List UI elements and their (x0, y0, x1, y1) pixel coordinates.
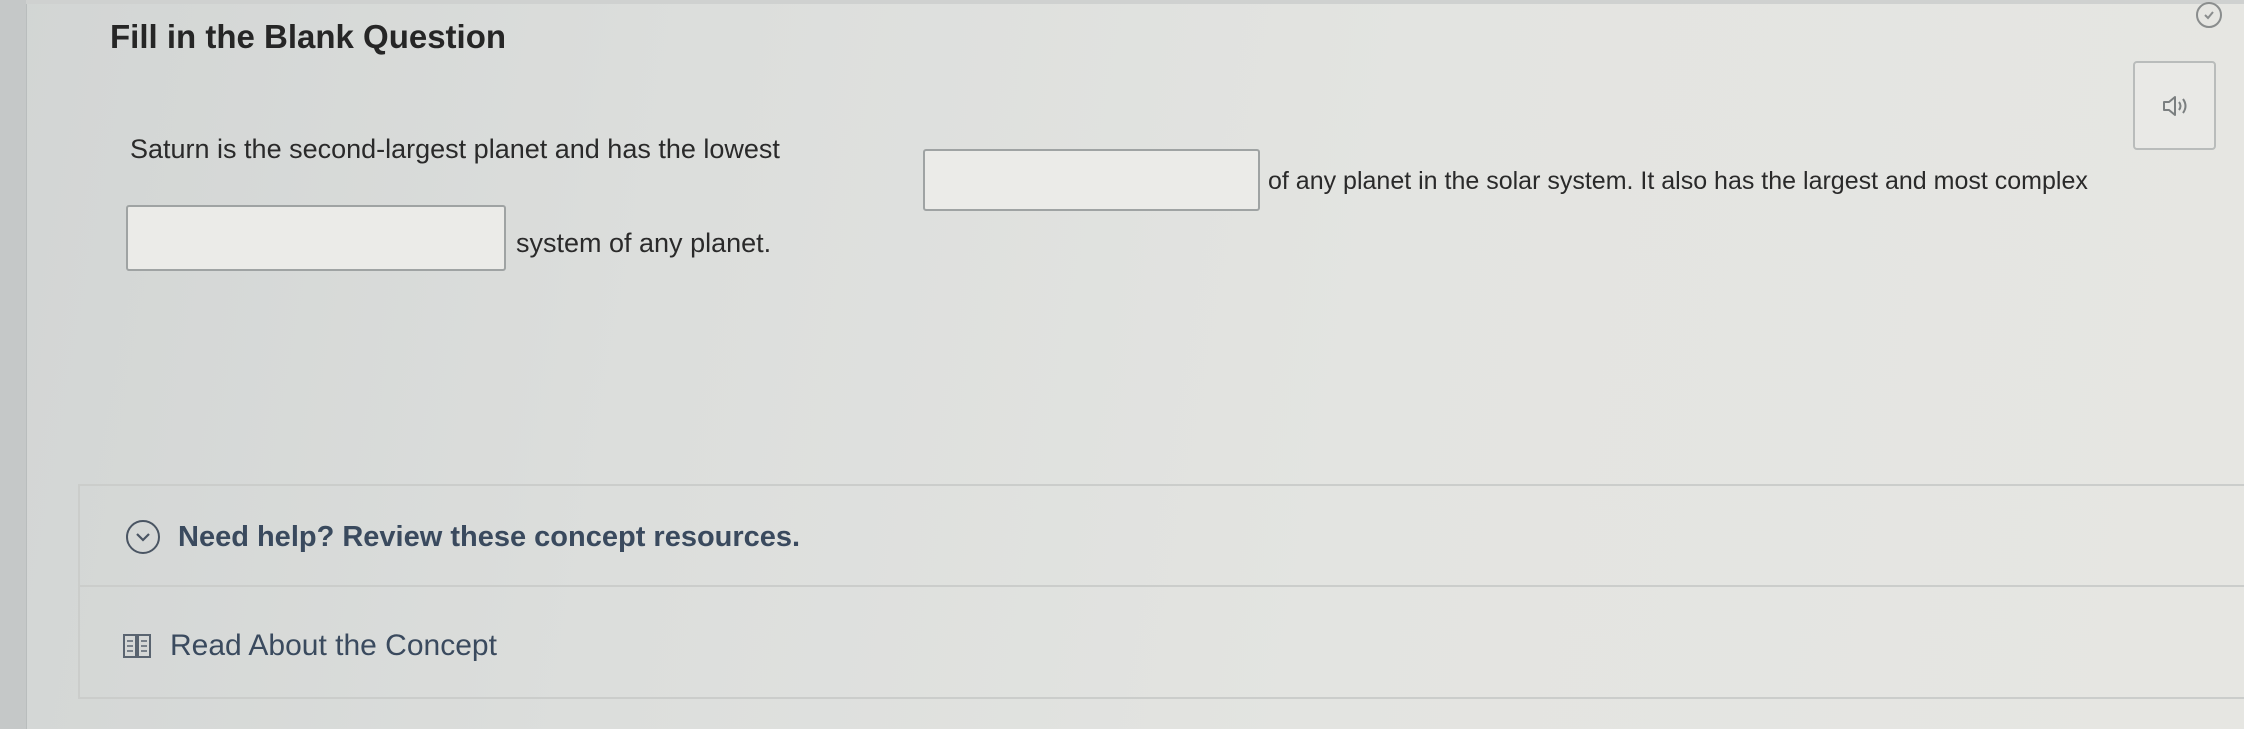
help-panel-left-border (78, 484, 80, 699)
chevron-down-circle-icon (126, 520, 160, 554)
top-divider (26, 0, 2244, 4)
blank-input-1[interactable] (923, 149, 1260, 211)
read-about-concept-label: Read About the Concept (170, 629, 497, 662)
question-text-part-2: of any planet in the solar system. It al… (1268, 167, 2088, 195)
help-panel-bottom-border (78, 697, 2244, 699)
question-text-part-1: Saturn is the second-largest planet and … (130, 134, 780, 164)
left-edge-strip (0, 0, 27, 729)
help-panel-divider (78, 585, 2244, 587)
question-text-part-3: system of any planet. (516, 228, 772, 258)
help-panel-top-border (78, 484, 2244, 486)
check-circle-icon (2196, 2, 2222, 28)
question-title: Fill in the Blank Question (110, 18, 507, 55)
speaker-icon (2163, 96, 2187, 116)
book-icon (123, 634, 151, 658)
need-help-label: Need help? Review these concept resource… (178, 520, 801, 553)
need-help-toggle[interactable]: Need help? Review these concept resource… (126, 517, 800, 557)
read-aloud-button[interactable] (2133, 61, 2216, 150)
blank-input-2[interactable] (126, 205, 506, 271)
read-about-concept-link[interactable]: Read About the Concept (122, 626, 497, 666)
